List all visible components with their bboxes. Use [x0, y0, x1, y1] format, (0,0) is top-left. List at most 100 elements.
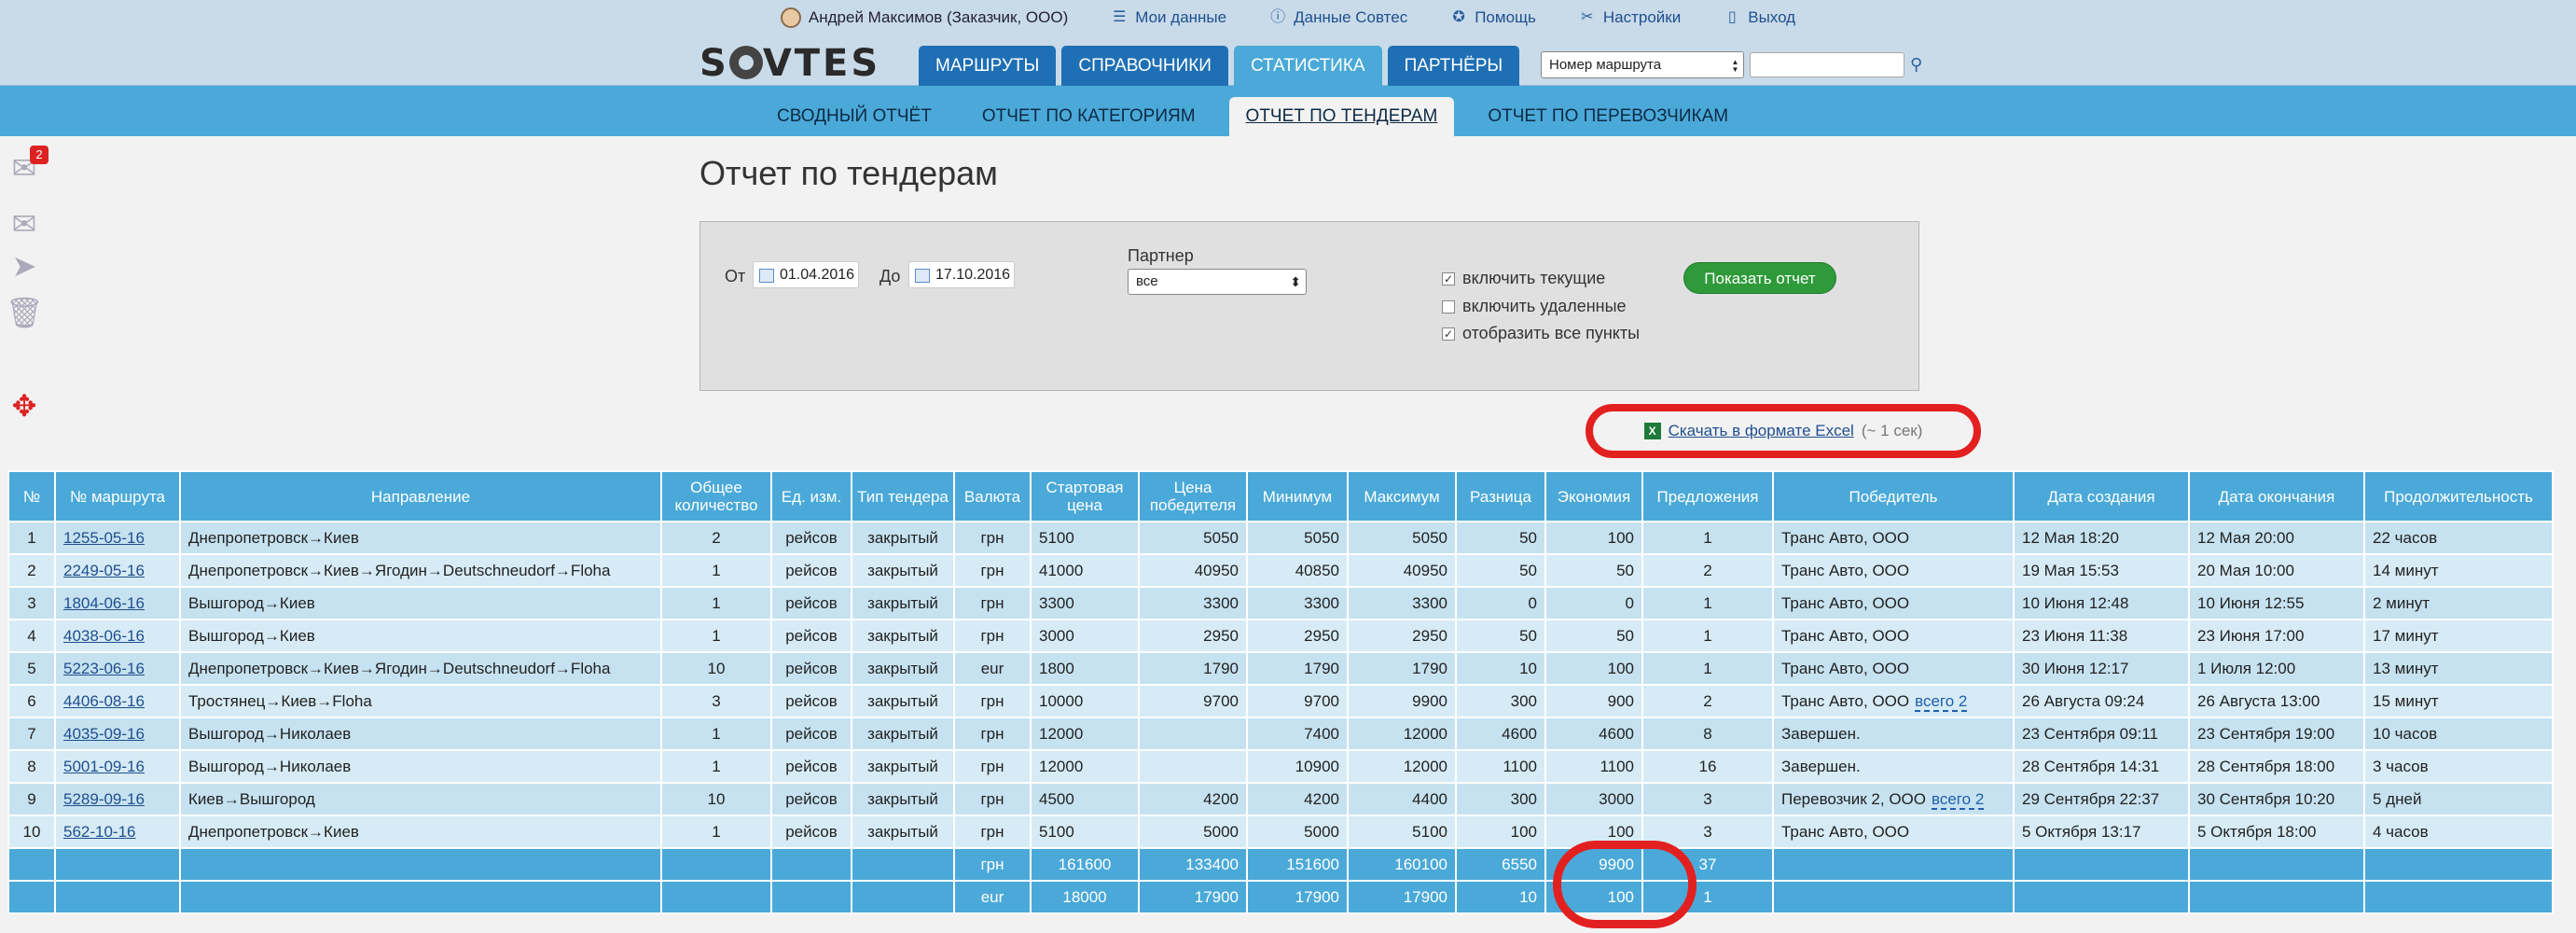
send-icon[interactable]: ➤: [6, 247, 43, 285]
route-link[interactable]: 1255-05-16: [63, 529, 145, 547]
cell-diff: 0: [1455, 586, 1546, 620]
inbox-icon[interactable]: ✉ 2: [6, 146, 48, 187]
partner-label: Партнер: [1128, 246, 1194, 265]
route-link[interactable]: 5289-09-16: [63, 790, 145, 808]
sovtes-data-link[interactable]: ⓘ Данные Совтес: [1269, 8, 1407, 27]
trash-icon[interactable]: 🗑: [6, 294, 44, 331]
cell-start: 10000: [1030, 684, 1140, 718]
tab-directories[interactable]: СПРАВОЧНИКИ: [1061, 46, 1228, 86]
empty-cell: [851, 880, 955, 914]
cell-qty: 10: [660, 782, 772, 816]
cell-econ: 900: [1544, 684, 1643, 718]
settings-link[interactable]: ✂ Настройки: [1579, 8, 1681, 27]
tab-routes[interactable]: МАРШРУТЫ: [919, 46, 1057, 86]
cell-type: закрытый: [851, 782, 955, 816]
logout-link[interactable]: ▯ Выход: [1724, 8, 1795, 27]
checkbox-checked-icon: ✓: [1442, 272, 1455, 285]
cell-winner: Перевозчик 2, ООО всего 2: [1772, 782, 2015, 816]
cell-start: 3000: [1030, 619, 1140, 653]
cell-type: закрытый: [851, 553, 955, 588]
tab-carrier-report[interactable]: ОТЧЕТ ПО ПЕРЕВОЗЧИКАМ: [1471, 97, 1745, 136]
winner-name: Транс Авто, ООО: [1781, 593, 1910, 612]
cell-route: 5001-09-16: [54, 749, 181, 784]
route-link[interactable]: 4038-06-16: [63, 627, 145, 645]
cell-max: 2950: [1347, 619, 1457, 653]
cell-dur: 3 часов: [2363, 749, 2554, 784]
search-icon[interactable]: ⚲: [1910, 55, 1922, 75]
route-link[interactable]: 1804-06-16: [63, 594, 145, 612]
total-diff: 6550: [1455, 847, 1546, 882]
help-link[interactable]: ✪ Помощь: [1450, 8, 1536, 27]
move-arrows-icon[interactable]: ✥: [6, 387, 43, 425]
cell-type: закрытый: [851, 586, 955, 620]
cell-n: 1: [7, 521, 56, 555]
cell-end: 26 Августа 13:00: [2188, 684, 2365, 718]
partner-select[interactable]: все: [1128, 269, 1307, 295]
cell-dir: Вышгород→Николаев: [179, 749, 662, 784]
excel-download-link[interactable]: Скачать в формате Excel: [1669, 422, 1854, 440]
empty-cell: [54, 847, 181, 882]
column-header: Разница: [1455, 470, 1546, 522]
header-search: Номер маршрута ⚲: [1541, 51, 1922, 78]
logo[interactable]: S VTES: [699, 42, 880, 85]
cell-type: закрытый: [851, 749, 955, 784]
total-max: 17900: [1347, 880, 1457, 914]
cell-win: 1790: [1138, 651, 1248, 686]
cell-n: 2: [7, 553, 56, 588]
route-link[interactable]: 5223-06-16: [63, 660, 145, 677]
winner-more-link[interactable]: всего 2: [1932, 789, 1985, 810]
cell-dir: Днепропетровск→Киев: [179, 815, 662, 849]
search-input[interactable]: [1750, 52, 1904, 77]
tab-category-report[interactable]: ОТЧЕТ ПО КАТЕГОРИЯМ: [965, 97, 1212, 136]
cell-min: 5050: [1246, 521, 1349, 555]
cell-dir: Вышгород→Киев: [179, 586, 662, 620]
cell-offers: 1: [1641, 521, 1774, 555]
route-link[interactable]: 2249-05-16: [63, 562, 145, 579]
winner-more-link[interactable]: всего 2: [1915, 691, 1968, 712]
cell-route: 5289-09-16: [54, 782, 181, 816]
column-header: Валюта: [953, 470, 1032, 522]
cell-min: 2950: [1246, 619, 1349, 653]
show-all-points-checkbox[interactable]: ✓ отобразить все пункты: [1442, 324, 1640, 343]
table-row: 2 2249-05-16 Днепропетровск→Киев→Ягодин→De…: [7, 553, 2554, 588]
my-data-link[interactable]: ☰ Мои данные: [1111, 8, 1226, 27]
open-mail-icon[interactable]: ✉: [6, 205, 43, 243]
cell-route: 5223-06-16: [54, 651, 181, 686]
table-row: 4 4038-06-16 Вышгород→Киев 1 рейсов закрытый г…: [7, 619, 2554, 653]
to-date-input[interactable]: 17.10.2016: [908, 261, 1015, 288]
tab-partners[interactable]: ПАРТНЁРЫ: [1387, 46, 1520, 86]
route-link[interactable]: 562-10-16: [63, 823, 136, 841]
total-currency: грн: [953, 847, 1032, 882]
sub-nav: СВОДНЫЙ ОТЧЁТ ОТЧЕТ ПО КАТЕГОРИЯМ ОТЧЕТ …: [0, 86, 2576, 136]
cell-dur: 17 минут: [2363, 619, 2554, 653]
cell-qty: 2: [660, 521, 772, 555]
table-row: 10 562-10-16 Днепропетровск→Киев 1 рейсов зак…: [7, 815, 2554, 849]
empty-cell: [1772, 880, 2015, 914]
cell-winner: Транс Авто, ООО: [1772, 521, 2015, 555]
lifebuoy-icon: ✪: [1452, 8, 1465, 25]
cell-qty: 10: [660, 651, 772, 686]
cell-end: 5 Октября 18:00: [2188, 815, 2365, 849]
include-deleted-checkbox[interactable]: включить удаленные: [1442, 297, 1627, 316]
tab-tender-report[interactable]: ОТЧЕТ ПО ТЕНДЕРАМ: [1228, 97, 1455, 136]
cell-diff: 4600: [1455, 717, 1546, 751]
tab-statistics[interactable]: СТАТИСТИКА: [1233, 46, 1382, 86]
total-offers: 37: [1641, 847, 1774, 882]
route-link[interactable]: 4406-08-16: [63, 692, 145, 710]
column-header: Минимум: [1246, 470, 1349, 522]
cell-n: 3: [7, 586, 56, 620]
excel-download: X Скачать в формате Excel (~ 1 сек): [1586, 404, 1981, 458]
cell-end: 28 Сентября 18:00: [2188, 749, 2365, 784]
cell-win: 3300: [1138, 586, 1248, 620]
route-link[interactable]: 4035-09-16: [63, 725, 145, 743]
from-date-input[interactable]: 01.04.2016: [753, 261, 859, 288]
include-current-checkbox[interactable]: ✓ включить текущие: [1442, 269, 1605, 288]
search-type-select[interactable]: Номер маршрута: [1541, 51, 1744, 78]
tab-summary-report[interactable]: СВОДНЫЙ ОТЧЁТ: [760, 97, 949, 136]
show-report-button[interactable]: Показать отчет: [1683, 262, 1836, 294]
cell-dir: Киев→Вышгород: [179, 782, 662, 816]
route-link[interactable]: 5001-09-16: [63, 758, 145, 775]
cell-winner: Транс Авто, ООО всего 2: [1772, 684, 2015, 718]
cell-econ: 100: [1544, 815, 1643, 849]
cell-route: 562-10-16: [54, 815, 181, 849]
